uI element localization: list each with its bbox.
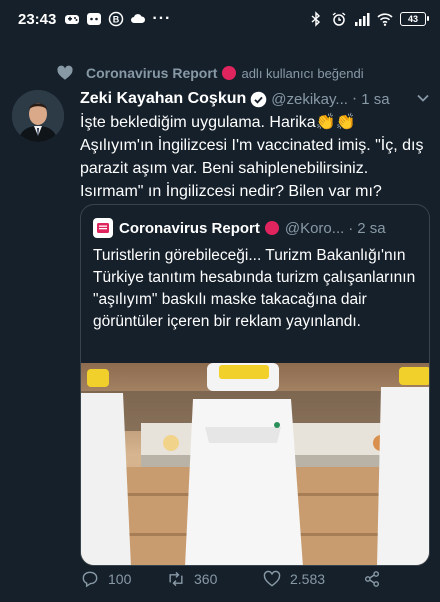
status-time: 23:43: [18, 10, 57, 28]
discord-icon: [87, 13, 102, 25]
alarm-icon: [332, 12, 346, 26]
heart-outline-icon: [263, 570, 281, 587]
status-right-icons: 43: [308, 11, 429, 27]
reply-icon: [82, 571, 98, 588]
tweet-actions: 100 360 2.583: [80, 566, 430, 592]
kitchen-staff-photo: [81, 363, 429, 565]
like-button[interactable]: 2.583: [262, 569, 362, 589]
verified-badge-icon: [250, 91, 267, 107]
more-notifications-icon: ···: [152, 10, 172, 27]
author-handle[interactable]: @zekikay...: [271, 91, 348, 108]
reply-button[interactable]: 100: [80, 569, 166, 589]
retweet-icon: [169, 571, 183, 587]
quote-author-name: Coronavirus Report: [119, 219, 260, 237]
b-circle-icon: B: [109, 11, 124, 27]
tweet-header: Zeki Kayahan Coşkun @zekikay... · 1 sa: [80, 88, 430, 110]
avatar[interactable]: [12, 90, 64, 142]
svg-text:B: B: [113, 15, 120, 25]
like-count: 2.583: [290, 571, 326, 587]
quote-separator-dot: ·: [348, 219, 354, 237]
share-button[interactable]: [362, 569, 382, 589]
battery-level: 43: [407, 14, 418, 24]
bluetooth-icon: [311, 11, 321, 27]
cloud-icon: [131, 14, 146, 23]
quote-text: Turistlerin görebileceği... Turizm Bakan…: [93, 247, 416, 330]
quoted-tweet-card[interactable]: Coronavirus Report @Koro... · 2 sa Turis…: [80, 204, 430, 566]
liked-action-label: adlı kullanıcı beğendi: [241, 65, 364, 81]
news-icon: [93, 218, 113, 238]
status-left-icons: B ···: [64, 10, 171, 28]
social-context-text: Coronavirus Report adlı kullanıcı beğend…: [86, 65, 364, 81]
share-icon: [364, 571, 380, 587]
quote-header: Coronavirus Report @Koro... · 2 sa: [93, 217, 419, 239]
red-circle-icon: [222, 66, 237, 80]
separator-dot: ·: [351, 90, 358, 107]
red-circle-icon: [264, 221, 279, 235]
quote-time: 2 sa: [357, 219, 386, 237]
signal-icon: [355, 13, 370, 26]
retweet-count: 360: [194, 571, 218, 587]
author-name[interactable]: Zeki Kayahan Coşkun: [80, 90, 246, 108]
status-bar: 23:43 B ··· 43: [0, 0, 440, 38]
retweet-button[interactable]: 360: [166, 569, 262, 589]
tweet-text: İşte beklediğim uygulama. Harika👏👏 Aşılı…: [80, 114, 424, 200]
social-context[interactable]: Coronavirus Report adlı kullanıcı beğend…: [56, 62, 364, 84]
quote-author-handle: @Koro...: [284, 219, 345, 237]
liked-by-account: Coronavirus Report: [86, 65, 218, 81]
reply-count: 100: [108, 571, 132, 587]
gamepad-icon: [65, 15, 80, 24]
avatar-image: [12, 90, 64, 142]
battery-indicator: 43: [400, 12, 429, 26]
chevron-down-icon[interactable]: [416, 91, 430, 108]
wifi-icon: [377, 13, 393, 26]
quote-media-image[interactable]: [81, 363, 429, 565]
tweet-time[interactable]: 1 sa: [361, 91, 389, 108]
